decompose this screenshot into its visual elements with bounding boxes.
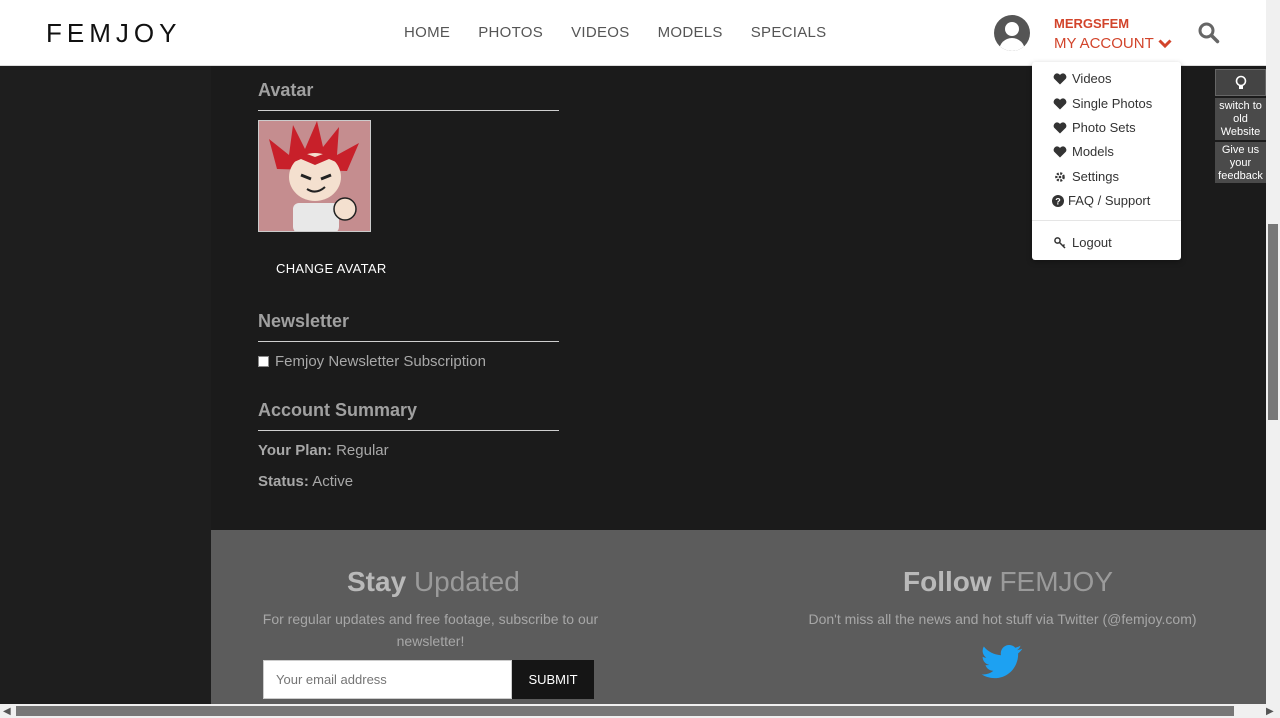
status-value: Active xyxy=(312,473,354,490)
nav-videos[interactable]: VIDEOS xyxy=(571,24,629,41)
change-avatar-button[interactable]: CHANGE AVATAR xyxy=(276,261,387,276)
heart-icon xyxy=(1053,72,1067,84)
scroll-right-icon[interactable]: ▶ xyxy=(1266,706,1274,717)
plan-label: Your Plan: xyxy=(258,442,332,459)
stay-updated-text: For regular updates and free footage, su… xyxy=(262,611,599,649)
stay-updated-heading: Stay Updated xyxy=(347,566,520,597)
lightbulb-button[interactable] xyxy=(1215,69,1266,96)
plan-row: Your Plan: Regular xyxy=(258,442,389,459)
account-dropdown: Videos Single Photos Photo Sets Models S… xyxy=(1032,62,1181,260)
key-icon xyxy=(1053,236,1066,249)
search-icon[interactable] xyxy=(1198,22,1220,44)
twitter-icon[interactable] xyxy=(981,645,1023,679)
dropdown-item-settings[interactable]: Settings xyxy=(1052,169,1119,184)
status-row: Status: Active xyxy=(258,473,353,490)
dropdown-item-logout[interactable]: Logout xyxy=(1052,235,1112,250)
newsletter-label: Femjoy Newsletter Subscription xyxy=(275,353,486,370)
avatar-heading: Avatar xyxy=(258,80,314,100)
divider xyxy=(258,341,559,342)
user-icon[interactable] xyxy=(994,15,1030,51)
my-account-label: MY ACCOUNT xyxy=(1054,35,1154,52)
divider xyxy=(258,110,559,111)
chevron-down-icon xyxy=(1158,39,1172,49)
divider xyxy=(258,430,559,431)
horizontal-scrollbar[interactable]: ◀ ▶ xyxy=(0,704,1280,718)
newsletter-option[interactable]: Femjoy Newsletter Subscription xyxy=(258,353,486,370)
nav-photos[interactable]: PHOTOS xyxy=(478,24,543,41)
nav-specials[interactable]: SPECIALS xyxy=(751,24,827,41)
dropdown-divider xyxy=(1032,220,1181,221)
switch-old-website-button[interactable]: switch to old Website xyxy=(1215,98,1266,140)
site-header: FEMJOY HOME PHOTOS VIDEOS MODELS SPECIAL… xyxy=(0,0,1266,66)
scroll-left-icon[interactable]: ◀ xyxy=(3,706,11,717)
newsletter-email-input[interactable] xyxy=(263,660,512,699)
site-logo[interactable]: FEMJOY xyxy=(46,18,181,49)
dropdown-item-single-photos[interactable]: Single Photos xyxy=(1052,96,1152,111)
dropdown-item-videos[interactable]: Videos xyxy=(1052,71,1112,86)
main-nav: HOME PHOTOS VIDEOS MODELS SPECIALS xyxy=(404,24,827,41)
nav-models[interactable]: MODELS xyxy=(658,24,723,41)
heart-icon xyxy=(1053,97,1067,109)
username[interactable]: MERGSFEM xyxy=(1054,16,1129,31)
dropdown-item-faq[interactable]: ? FAQ / Support xyxy=(1052,193,1150,208)
vertical-scrollbar[interactable] xyxy=(1266,0,1280,704)
submit-button[interactable]: SUBMIT xyxy=(512,660,594,699)
heart-icon xyxy=(1053,145,1067,157)
lightbulb-icon xyxy=(1235,75,1246,89)
my-account-toggle[interactable]: MY ACCOUNT xyxy=(1054,35,1172,52)
avatar-image xyxy=(258,120,371,232)
question-icon: ? xyxy=(1052,194,1064,207)
svg-text:?: ? xyxy=(1055,196,1061,206)
heart-icon xyxy=(1053,121,1067,133)
newsletter-heading: Newsletter xyxy=(258,311,350,331)
summary-heading: Account Summary xyxy=(258,400,418,420)
nav-home[interactable]: HOME xyxy=(404,24,450,41)
gear-icon xyxy=(1055,171,1065,182)
follow-text: Don't miss all the news and hot stuff vi… xyxy=(808,611,1197,627)
feedback-button[interactable]: Give us your feedback xyxy=(1215,142,1266,183)
follow-heading: Follow FEMJOY xyxy=(903,566,1113,597)
status-label: Status: xyxy=(258,473,309,490)
dropdown-item-models[interactable]: Models xyxy=(1052,144,1114,159)
dropdown-item-photo-sets[interactable]: Photo Sets xyxy=(1052,120,1136,135)
newsletter-checkbox[interactable] xyxy=(258,356,269,367)
plan-value: Regular xyxy=(336,442,389,459)
